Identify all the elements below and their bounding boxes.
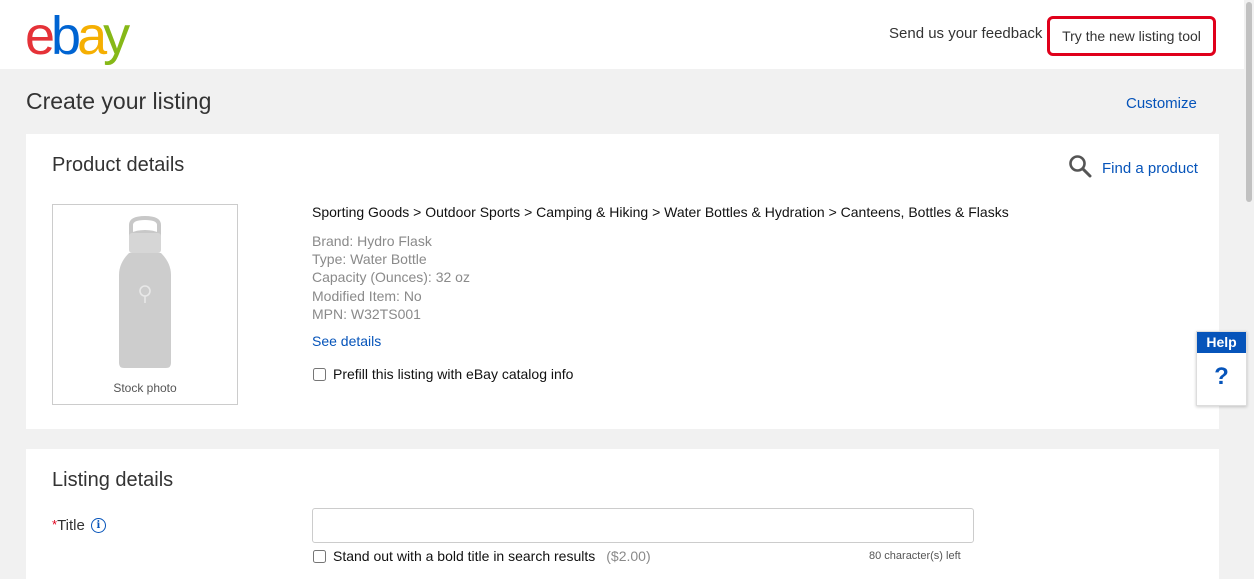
prefill-catalog-option[interactable]: Prefill this listing with eBay catalog i… [313, 366, 573, 382]
product-details-card: Product details Find a product Stock pho… [26, 134, 1219, 429]
scrollbar-thumb[interactable] [1246, 2, 1252, 202]
characters-left-counter: 80 character(s) left [869, 550, 961, 562]
prefill-checkbox[interactable] [313, 367, 326, 381]
spec-type: Type: Water Bottle [312, 251, 427, 268]
find-product-label: Find a product [1102, 160, 1198, 177]
bold-title-label: Stand out with a bold title in search re… [333, 548, 596, 564]
see-details-link[interactable]: See details [312, 333, 381, 349]
title-label-text: Title [57, 517, 85, 534]
category-breadcrumb: Sporting Goods > Outdoor Sports > Campin… [312, 204, 1009, 220]
stock-photo: Stock photo [52, 204, 238, 405]
bold-title-price: ($2.00) [606, 548, 651, 564]
stock-photo-caption: Stock photo [113, 381, 177, 395]
logo-letter-y: y [103, 6, 130, 66]
help-widget[interactable]: Help ? [1196, 331, 1247, 406]
spec-modified-item: Modified Item: No [312, 287, 422, 304]
question-mark-icon: ? [1214, 363, 1229, 390]
listing-details-heading: Listing details [52, 469, 174, 491]
top-header: ebay Send us your feedback Try the new l… [0, 0, 1254, 69]
listing-details-card: Listing details *Title i Stand out with … [26, 449, 1219, 579]
product-specs: Brand: Hydro Flask Type: Water Bottle Ca… [312, 232, 470, 323]
scrollbar[interactable] [1244, 0, 1254, 579]
product-details-heading: Product details [52, 154, 185, 176]
ebay-logo[interactable]: ebay [25, 6, 130, 66]
title-field-label: *Title i [52, 517, 106, 534]
search-icon [1068, 154, 1092, 183]
title-input[interactable] [312, 508, 974, 543]
bold-title-option[interactable]: Stand out with a bold title in search re… [313, 548, 651, 564]
feedback-link[interactable]: Send us your feedback [889, 25, 1042, 42]
spec-capacity: Capacity (Ounces): 32 oz [312, 269, 470, 286]
try-new-listing-tool-button[interactable]: Try the new listing tool [1047, 16, 1216, 56]
water-bottle-image [119, 215, 171, 368]
logo-letter-a: a [77, 6, 107, 66]
customize-link[interactable]: Customize [1126, 95, 1197, 112]
logo-letter-e: e [25, 6, 55, 66]
page-title: Create your listing [26, 88, 212, 114]
logo-letter-b: b [51, 6, 81, 66]
help-label: Help [1197, 332, 1246, 353]
bold-title-checkbox[interactable] [313, 549, 326, 563]
prefill-label: Prefill this listing with eBay catalog i… [333, 366, 574, 382]
info-icon[interactable]: i [90, 518, 106, 533]
spec-brand: Brand: Hydro Flask [312, 233, 432, 249]
spec-mpn: MPN: W32TS001 [312, 305, 421, 322]
find-product-link[interactable]: Find a product [1068, 154, 1198, 183]
